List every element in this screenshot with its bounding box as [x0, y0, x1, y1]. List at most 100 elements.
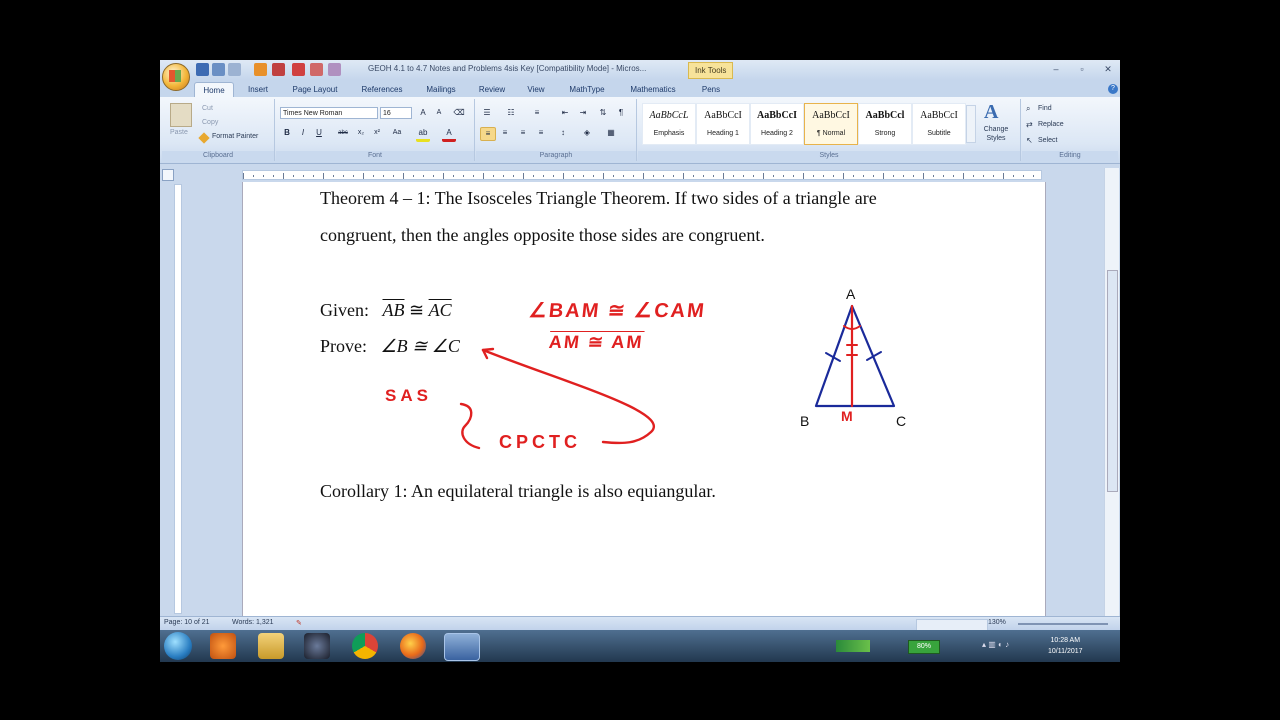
office-button[interactable]: [162, 63, 190, 91]
close-button[interactable]: ✕: [1098, 62, 1118, 76]
align-left-icon[interactable]: ≡: [480, 127, 496, 141]
ruler-tick: [513, 175, 514, 177]
ruler-tick: [943, 175, 944, 177]
show-formatting-icon[interactable]: ¶: [614, 107, 628, 119]
word-taskbar-icon[interactable]: [444, 633, 480, 661]
select-button[interactable]: Select: [1038, 137, 1057, 144]
app-icon[interactable]: [304, 633, 330, 659]
ink-pen-icon[interactable]: [310, 63, 323, 76]
tab-view[interactable]: View: [520, 82, 552, 97]
tab-review[interactable]: Review: [472, 82, 512, 97]
sort-icon[interactable]: ⇅: [596, 107, 610, 119]
tab-mailings[interactable]: Mailings: [418, 82, 464, 97]
clock[interactable]: 10:28 AM 10/11/2017: [1048, 635, 1083, 657]
vertical-ruler[interactable]: [174, 184, 182, 614]
line-spacing-icon[interactable]: ↕: [556, 127, 570, 139]
save-icon[interactable]: [196, 63, 209, 76]
strikethrough-button[interactable]: abc: [336, 127, 350, 139]
document-page[interactable]: Theorem 4 – 1: The Isosceles Triangle Th…: [242, 182, 1046, 616]
firefox-icon[interactable]: [400, 633, 426, 659]
horizontal-ruler[interactable]: [242, 170, 1042, 180]
ruler-tick: [973, 175, 974, 177]
pen-icon[interactable]: [254, 63, 267, 76]
redo-icon[interactable]: [228, 63, 241, 76]
chrome-icon[interactable]: [352, 633, 378, 659]
ruler-tick: [293, 175, 294, 177]
ink-tools-context-tab[interactable]: Ink Tools: [688, 62, 734, 79]
battery-indicator[interactable]: 80%: [908, 640, 940, 654]
undo-icon[interactable]: [212, 63, 225, 76]
paste-button[interactable]: Paste: [170, 129, 188, 136]
scrollbar-thumb[interactable]: [1107, 270, 1118, 492]
tab-page-layout[interactable]: Page Layout: [284, 82, 346, 97]
media-player-icon[interactable]: [210, 633, 236, 659]
shrink-font-button[interactable]: A: [432, 107, 446, 119]
style-heading-1[interactable]: AaBbCcI Heading 1: [696, 103, 750, 145]
help-icon[interactable]: ?: [1108, 84, 1118, 94]
page-count[interactable]: Page: 10 of 21: [164, 619, 210, 626]
bullets-icon[interactable]: ☰: [480, 107, 494, 119]
shading-icon[interactable]: ◈: [580, 127, 594, 139]
grow-font-button[interactable]: A: [416, 107, 430, 119]
format-painter-button[interactable]: Format Painter: [212, 133, 258, 140]
justify-icon[interactable]: ≡: [534, 127, 548, 139]
multilevel-list-icon[interactable]: ≡: [530, 107, 544, 119]
italic-button[interactable]: I: [296, 127, 310, 139]
style-emphasis[interactable]: AaBbCcL Emphasis: [642, 103, 696, 145]
borders-icon[interactable]: ▦: [604, 127, 618, 139]
clear-format-icon[interactable]: ⌫: [452, 107, 466, 119]
highlighter-icon[interactable]: [272, 63, 285, 76]
minimize-button[interactable]: –: [1046, 62, 1066, 76]
network-strength-icon[interactable]: [836, 640, 870, 652]
style-normal[interactable]: AaBbCcI ¶ Normal: [804, 103, 858, 145]
status-bar: Page: 10 of 21 Words: 1,321 ✎ 130%: [160, 616, 1120, 631]
change-case-button[interactable]: Aa: [390, 127, 404, 139]
subscript-button[interactable]: x₂: [354, 127, 368, 139]
change-styles-icon[interactable]: A: [984, 101, 998, 124]
find-button[interactable]: Find: [1038, 105, 1052, 112]
align-right-icon[interactable]: ≡: [516, 127, 530, 139]
font-size-combo[interactable]: 16: [380, 107, 412, 119]
ruler-tick: [803, 173, 804, 179]
numbering-icon[interactable]: ☷: [504, 107, 518, 119]
align-center-icon[interactable]: ≡: [498, 127, 512, 139]
replace-button[interactable]: Replace: [1038, 121, 1064, 128]
increase-indent-icon[interactable]: ⇥: [576, 107, 590, 119]
ink-layer: [459, 304, 896, 450]
style-strong[interactable]: AaBbCcl Strong: [858, 103, 912, 145]
start-button[interactable]: [164, 632, 192, 660]
word-count[interactable]: Words: 1,321: [232, 619, 274, 626]
ink-color-icon[interactable]: [328, 63, 341, 76]
change-styles-button[interactable]: Change Styles: [978, 125, 1014, 143]
decrease-indent-icon[interactable]: ⇤: [558, 107, 572, 119]
ruler-tick: [653, 175, 654, 177]
highlight-color-icon[interactable]: ab: [416, 127, 430, 142]
cut-button[interactable]: Cut: [202, 105, 213, 112]
style-heading-2[interactable]: AaBbCcI Heading 2: [750, 103, 804, 145]
style-subtitle[interactable]: AaBbCcI Subtitle: [912, 103, 966, 145]
ribbon-tabs: Home Insert Page Layout References Maili…: [160, 80, 1120, 98]
tab-insert[interactable]: Insert: [240, 82, 276, 97]
underline-button[interactable]: U: [312, 127, 326, 139]
tab-references[interactable]: References: [354, 82, 410, 97]
copy-button[interactable]: Copy: [202, 119, 218, 126]
proofing-icon[interactable]: ✎: [296, 619, 302, 627]
tab-mathematics[interactable]: Mathematics: [622, 82, 684, 97]
maximize-button[interactable]: ▫: [1072, 62, 1092, 76]
styles-scroll-icon[interactable]: [966, 105, 976, 143]
paste-icon: [170, 103, 192, 127]
zoom-level[interactable]: 130%: [988, 619, 1006, 626]
superscript-button[interactable]: x²: [370, 127, 384, 139]
bold-button[interactable]: B: [280, 127, 294, 139]
tab-mathtype[interactable]: MathType: [560, 82, 614, 97]
tab-selector[interactable]: [162, 169, 174, 181]
eraser-icon[interactable]: [292, 63, 305, 76]
ruler-tick: [583, 175, 584, 177]
file-explorer-icon[interactable]: [258, 633, 284, 659]
tab-home[interactable]: Home: [194, 82, 234, 98]
tab-pens[interactable]: Pens: [692, 82, 730, 97]
tray-icons[interactable]: ▴ ▥ ◐ ♪: [982, 640, 1009, 649]
font-name-combo[interactable]: Times New Roman: [280, 107, 378, 119]
font-color-icon[interactable]: A: [442, 127, 456, 142]
zoom-slider[interactable]: [1018, 623, 1108, 625]
